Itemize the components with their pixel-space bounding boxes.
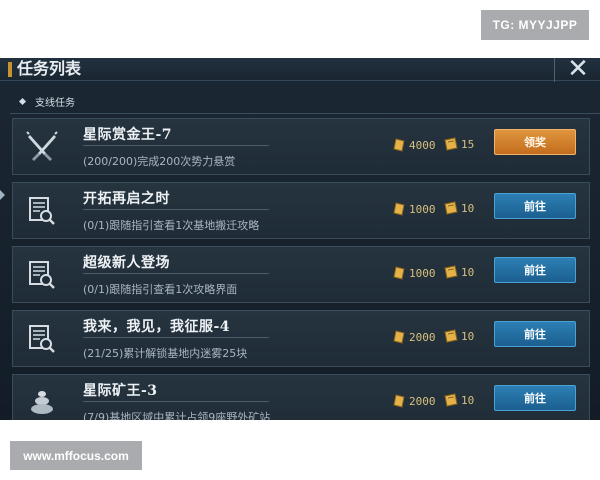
ticket-amount: 10 — [461, 393, 475, 407]
tab-bar: 支线任务 — [10, 91, 600, 114]
ticket-reward: 10 — [443, 329, 474, 343]
task-progress: (7/9)基地区域中累计占领9座野外矿站 — [83, 411, 271, 420]
ticket-icon — [444, 393, 458, 407]
task-divider — [83, 209, 269, 210]
task-divider — [83, 145, 269, 146]
task-name: 超级新人登场 — [83, 255, 170, 271]
task-list-window: 任务列表 ✕ 支线任务 星际赏金王-7 (200/200)完成200次势力悬赏 … — [0, 58, 600, 420]
site-watermark: www.mffocus.com — [10, 441, 142, 470]
gold-amount: 4000 — [409, 138, 436, 152]
go-button[interactable]: 前往 — [494, 321, 576, 347]
crossed-swords-icon — [13, 119, 71, 174]
go-button[interactable]: 前往 — [494, 193, 576, 219]
ticket-reward: 10 — [443, 393, 474, 407]
task-card: 超级新人登场 (0/1)跟随指引查看1次攻略界面 1000 10 前往 — [12, 246, 590, 303]
gold-amount: 1000 — [409, 202, 436, 216]
claim-reward-button[interactable]: 领奖 — [494, 129, 576, 155]
gold-reward: 2000 — [393, 329, 436, 345]
task-name: 星际矿王-3 — [83, 383, 158, 399]
ticket-amount: 15 — [461, 137, 475, 151]
gold-reward: 1000 — [393, 201, 436, 217]
gold-reward: 2000 — [393, 393, 436, 409]
gold-amount: 1000 — [409, 266, 436, 280]
task-progress: (21/25)累计解锁基地内迷雾25块 — [83, 347, 248, 360]
gold-bar-icon — [393, 138, 405, 152]
diamond-icon — [18, 97, 27, 106]
gold-reward: 1000 — [393, 265, 436, 281]
ticket-icon — [444, 137, 458, 151]
ticket-amount: 10 — [461, 201, 475, 215]
title-bar: 任务列表 ✕ — [0, 58, 600, 82]
gold-bar-icon — [393, 202, 405, 216]
title-accent-bar — [8, 62, 12, 77]
ticket-icon — [444, 201, 458, 215]
task-name: 我来，我见，我征服-4 — [83, 319, 231, 335]
gold-bar-icon — [393, 330, 405, 344]
tg-watermark: TG: MYYJJPP — [481, 10, 589, 40]
document-search-icon — [13, 311, 71, 366]
task-divider — [83, 401, 269, 402]
gold-amount: 2000 — [409, 394, 436, 408]
go-button[interactable]: 前往 — [494, 385, 576, 411]
task-progress: (200/200)完成200次势力悬赏 — [83, 155, 236, 168]
task-card: 星际矿王-3 (7/9)基地区域中累计占领9座野外矿站 2000 10 前往 — [12, 374, 590, 420]
task-card: 星际赏金王-7 (200/200)完成200次势力悬赏 4000 15 领奖 — [12, 118, 590, 175]
ticket-amount: 10 — [461, 265, 475, 279]
gold-amount: 2000 — [409, 330, 436, 344]
go-button[interactable]: 前往 — [494, 257, 576, 283]
window-title: 任务列表 — [17, 59, 82, 78]
arrow-right-icon — [0, 190, 5, 200]
gold-reward: 4000 — [393, 137, 436, 153]
ticket-amount: 10 — [461, 329, 475, 343]
gold-bar-icon — [393, 394, 405, 408]
ticket-icon — [444, 329, 458, 343]
document-search-icon — [13, 183, 71, 238]
document-search-icon — [13, 247, 71, 302]
ticket-reward: 15 — [443, 137, 474, 151]
task-divider — [83, 273, 269, 274]
ticket-icon — [444, 265, 458, 279]
task-progress: (0/1)跟随指引查看1次攻略界面 — [83, 283, 238, 296]
ticket-reward: 10 — [443, 265, 474, 279]
task-name: 星际赏金王-7 — [83, 127, 173, 143]
gold-bar-icon — [393, 266, 405, 280]
task-name: 开拓再启之时 — [83, 191, 170, 207]
task-card: 我来，我见，我征服-4 (21/25)累计解锁基地内迷雾25块 2000 10 … — [12, 310, 590, 367]
task-progress: (0/1)跟随指引查看1次基地搬迁攻略 — [83, 219, 260, 232]
tab-side-quests[interactable]: 支线任务 — [35, 94, 75, 109]
ore-pile-icon — [13, 375, 71, 420]
task-card: 开拓再启之时 (0/1)跟随指引查看1次基地搬迁攻略 1000 10 前往 — [12, 182, 590, 239]
task-divider — [83, 337, 269, 338]
close-icon[interactable]: ✕ — [554, 58, 596, 82]
ticket-reward: 10 — [443, 201, 474, 215]
